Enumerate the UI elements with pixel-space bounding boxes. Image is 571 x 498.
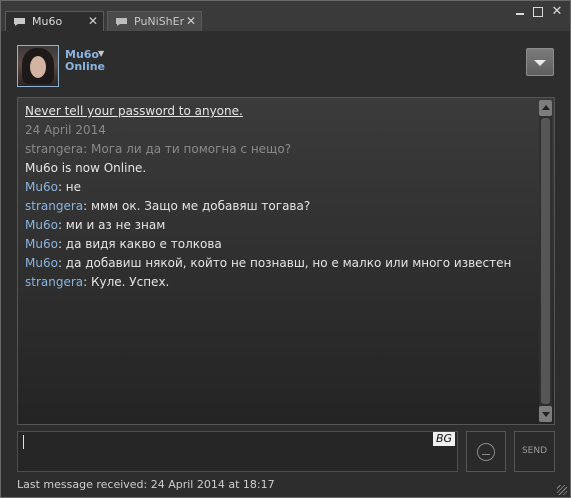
scrollbar[interactable] — [539, 100, 552, 422]
message-separator: : — [57, 180, 66, 194]
chat-message: Mu6o: да добавиш някой, който не познавш… — [25, 254, 534, 273]
minimize-icon — [516, 13, 524, 15]
friend-status: Online — [65, 60, 106, 73]
scroll-up-button[interactable] — [539, 100, 552, 116]
tab-close-icon[interactable]: ✕ — [186, 14, 196, 28]
chat-message: Mu6o is now Online. — [25, 159, 534, 178]
send-button[interactable]: SEND — [514, 431, 555, 472]
close-window-button[interactable]: ✕ — [551, 5, 563, 18]
message-input[interactable]: BG — [17, 431, 458, 472]
chat-message: Mu6o: не — [25, 178, 534, 197]
chat-message: Mu6o: да видя какво е толкова — [25, 235, 534, 254]
chat-message: strangera: ммм ок. Защо ме добавяш тогав… — [25, 197, 534, 216]
message-text: Могa ли да ти помогна с нещо? — [91, 142, 292, 156]
message-author[interactable]: strangera — [25, 275, 83, 289]
chat-message: Mu6o: ми и аз не знам — [25, 216, 534, 235]
message-separator: : — [57, 237, 66, 251]
message-text: да видя какво е толкова — [65, 237, 222, 251]
tab-label: PuNiShEr — [134, 15, 185, 28]
message-separator: : — [83, 199, 91, 213]
scroll-down-button[interactable] — [539, 406, 552, 422]
message-text: да добавиш някой, който не познавш, но е… — [65, 256, 512, 270]
message-separator: : — [57, 256, 66, 270]
notice-text[interactable]: Never tell your password to anyone. — [25, 104, 243, 118]
message-separator: : — [83, 275, 91, 289]
date-line: 24 April 2014 — [25, 123, 106, 137]
message-author[interactable]: strangera — [25, 199, 83, 213]
message-separator: : — [57, 218, 66, 232]
tab-punisher[interactable]: PuNiShEr ✕ — [107, 11, 202, 31]
arrow-up-icon — [542, 105, 550, 110]
chat-options-button[interactable] — [526, 48, 554, 76]
avatar[interactable] — [17, 45, 59, 87]
message-author[interactable]: Mu6o — [25, 256, 58, 270]
chat-lines: Never tell your password to anyone. 24 A… — [25, 102, 534, 292]
message-author[interactable]: Mu6o — [25, 180, 58, 194]
tab-label: Mu6o — [32, 15, 63, 28]
emoticon-button[interactable] — [466, 431, 506, 472]
tab-mu6o[interactable]: Mu6o ✕ — [5, 11, 104, 31]
minimize-button[interactable] — [514, 6, 526, 18]
maximize-button[interactable] — [532, 6, 544, 18]
message-text: Куле. Успех. — [91, 275, 170, 289]
chat-bubble-icon — [116, 18, 127, 26]
text-caret — [23, 435, 24, 449]
arrow-down-icon — [542, 412, 550, 417]
message-text: ммм ок. Защо ме добавяш тогава? — [91, 199, 311, 213]
language-indicator: BG — [433, 432, 455, 446]
scroll-thumb[interactable] — [541, 118, 550, 404]
chat-history: Never tell your password to anyone. 24 A… — [17, 97, 555, 425]
message-text: ми и аз не знам — [65, 218, 166, 232]
message-separator: : — [83, 142, 91, 156]
message-author[interactable]: Mu6o — [25, 218, 58, 232]
chat-window: Mu6o ✕ PuNiShEr ✕ ✕ Mu6o ▼ Online Never … — [0, 0, 571, 498]
last-message-status: Last message received: 24 April 2014 at … — [17, 478, 275, 491]
resize-grip-icon[interactable] — [557, 485, 567, 495]
avatar-face — [30, 56, 46, 78]
chat-bubble-icon — [14, 18, 25, 26]
chat-message: strangera: Куле. Успех. — [25, 273, 534, 292]
chat-message: strangera: Могa ли да ти помогна с нещо? — [25, 140, 534, 159]
tab-close-icon[interactable]: ✕ — [88, 14, 98, 28]
message-text: не — [65, 180, 82, 194]
smiley-icon — [477, 443, 495, 461]
security-notice: Never tell your password to anyone. — [25, 102, 534, 121]
message-text: Mu6o is now Online. — [25, 161, 147, 175]
tab-bar: Mu6o ✕ PuNiShEr ✕ ✕ — [1, 1, 570, 31]
maximize-icon — [533, 7, 543, 17]
message-author[interactable]: Mu6o — [25, 237, 58, 251]
name-dropdown-icon[interactable]: ▼ — [98, 49, 104, 58]
message-author[interactable]: strangera — [25, 142, 83, 156]
chevron-down-icon — [534, 60, 546, 66]
